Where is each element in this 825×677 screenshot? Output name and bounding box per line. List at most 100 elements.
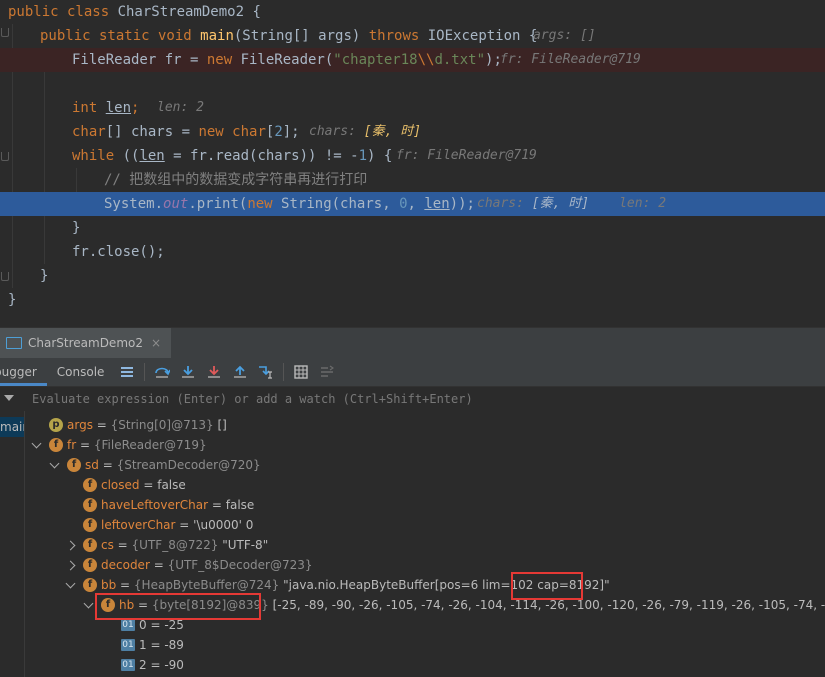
hint-text: len: 2 [157, 100, 204, 115]
variable-row-loc[interactable]: f leftoverChar = '\u0000' 0 [25, 515, 825, 535]
chevron-down-icon[interactable] [49, 458, 60, 469]
variable-type: {UTF_8$Decoder@723} [167, 558, 313, 572]
code-line[interactable]: char[] chars = new char[2]; chars: [秦, 时] [0, 120, 825, 144]
code-token: d.txt" [434, 52, 486, 68]
chevron-down-icon[interactable] [65, 578, 76, 589]
code-token: CharStreamDemo2 { [117, 4, 261, 20]
code-token: } [40, 268, 49, 284]
code-text: public class CharStreamDemo2 { [8, 0, 261, 24]
code-text: public static void main(String[] args) t… [40, 24, 537, 48]
code-token: ]; [282, 124, 300, 140]
frame-item-main[interactable]: main [0, 417, 24, 437]
fold-marker[interactable] [1, 28, 9, 37]
variable-value: -25 [164, 618, 184, 632]
code-line[interactable]: while ((len = fr.read(chars)) != -1) {fr… [0, 144, 825, 168]
hint-chars-value: [秦, 时] [363, 124, 422, 139]
variable-name: leftoverChar [101, 518, 176, 532]
code-editor[interactable]: public class CharStreamDemo2 {public sta… [0, 0, 825, 327]
code-token: fr.close(); [72, 244, 165, 260]
code-token: ) { [367, 148, 393, 164]
evaluate-table-icon[interactable] [288, 358, 314, 386]
variable-name: bb [101, 578, 117, 592]
variable-text: args = {String[0]@713} [] [67, 415, 227, 435]
trace-lines-icon[interactable] [314, 358, 340, 386]
step-into-icon[interactable] [175, 358, 201, 386]
variable-row-cs[interactable]: f cs = {UTF_8@722} "UTF-8" [25, 535, 825, 555]
variable-name: closed [101, 478, 140, 492]
code-line[interactable]: public static void main(String[] args) t… [0, 24, 825, 48]
variable-row-decoder[interactable]: f decoder = {UTF_8$Decoder@723} [25, 555, 825, 575]
code-token: ; [131, 100, 140, 116]
variable-text: 0 = -25 [139, 615, 184, 635]
close-icon[interactable]: × [151, 336, 161, 350]
code-token: \\ [417, 52, 435, 68]
field-icon: f [83, 518, 97, 532]
code-token: main [200, 28, 234, 44]
code-line[interactable]: System.out.print(new String(chars, 0, le… [0, 192, 825, 216]
code-line[interactable]: // 把数组中的数据变成字符串再进行打印 [0, 168, 825, 192]
code-token: } [8, 292, 17, 308]
step-over-icon[interactable] [149, 358, 175, 386]
run-to-cursor-icon[interactable] [253, 358, 279, 386]
hint-text: len: 2 [619, 196, 667, 211]
tab-console[interactable]: Console [47, 358, 115, 386]
equals-sign: = [146, 638, 165, 652]
code-token: len [139, 148, 165, 164]
code-token: (String[] args) [233, 28, 369, 44]
code-token: .print( [188, 196, 248, 212]
evaluate-expression-input[interactable] [24, 387, 825, 411]
code-line[interactable]: int len; len: 2 [0, 96, 825, 120]
variable-row-e2[interactable]: 01 2 = -90 [25, 655, 825, 675]
variable-row-sd[interactable]: f sd = {StreamDecoder@720} [25, 455, 825, 475]
equals-sign: = [98, 458, 117, 472]
code-line[interactable]: } [0, 216, 825, 240]
variable-row-args[interactable]: p args = {String[0]@713} [] [25, 415, 825, 435]
variables-tree[interactable]: p args = {String[0]@713} [] f fr = {FileRea… [25, 411, 825, 677]
equals-sign: = [146, 618, 165, 632]
variable-row-bb[interactable]: f bb = {HeapByteBuffer@724} "java.nio.Hea… [25, 575, 825, 595]
chevron-down-icon[interactable] [4, 395, 14, 401]
chevron-down-icon[interactable] [83, 598, 94, 609]
inline-debug-hint: fr: FileReader@719 [500, 48, 641, 72]
code-line[interactable]: public class CharStreamDemo2 { [0, 0, 825, 24]
variable-row-hlc[interactable]: f haveLeftoverChar = false [25, 495, 825, 515]
variable-row-e1[interactable]: 01 1 = -89 [25, 635, 825, 655]
fold-marker[interactable] [1, 272, 9, 281]
variable-row-e0[interactable]: 01 0 = -25 [25, 615, 825, 635]
variable-row-closed[interactable]: f closed = false [25, 475, 825, 495]
chevron-right-icon[interactable] [65, 560, 76, 571]
variable-value: [-25, -89, -90, -26, -105, -74, -26, -10… [268, 598, 825, 612]
variable-name: sd [85, 458, 99, 472]
variable-value: "java.nio.HeapByteBuffer[pos=6 lim=102 c… [279, 578, 610, 592]
variable-row-hb[interactable]: f hb = {byte[8192]@839} [-25, -89, -90, -… [25, 595, 825, 615]
variable-value: -89 [164, 638, 184, 652]
code-token: out [163, 196, 189, 212]
variable-value: '\u0000' 0 [193, 518, 254, 532]
variable-row-fr[interactable]: f fr = {FileReader@719} [25, 435, 825, 455]
code-token: , [407, 196, 425, 212]
code-line[interactable] [0, 72, 825, 96]
tab-debugger[interactable]: bugger [0, 358, 47, 386]
menu-lines-icon[interactable] [114, 358, 140, 386]
variable-text: 2 = -90 [139, 655, 184, 675]
app-window-icon [6, 337, 22, 349]
inline-debug-hint: chars: [秦, 时] [309, 120, 421, 144]
frames-panel: main [0, 411, 25, 677]
force-step-into-icon[interactable] [201, 358, 227, 386]
code-line[interactable]: } [0, 264, 825, 288]
equals-sign: = [92, 418, 111, 432]
step-out-icon[interactable] [227, 358, 253, 386]
fold-marker[interactable] [1, 152, 9, 161]
code-token: IOException { [427, 28, 538, 44]
inline-debug-hint: fr: FileReader@719 [396, 144, 537, 168]
field-icon: f [101, 598, 115, 612]
run-config-tab[interactable]: CharStreamDemo2 × [0, 328, 172, 358]
code-text: fr.close(); [72, 240, 165, 264]
variable-text: sd = {StreamDecoder@720} [85, 455, 261, 475]
code-line[interactable]: FileReader fr = new FileReader("chapter1… [0, 48, 825, 72]
code-line[interactable]: fr.close(); [0, 240, 825, 264]
chevron-down-icon[interactable] [31, 438, 42, 449]
variable-name: decoder [101, 558, 150, 572]
code-line[interactable]: } [0, 288, 825, 312]
chevron-right-icon[interactable] [65, 540, 76, 551]
